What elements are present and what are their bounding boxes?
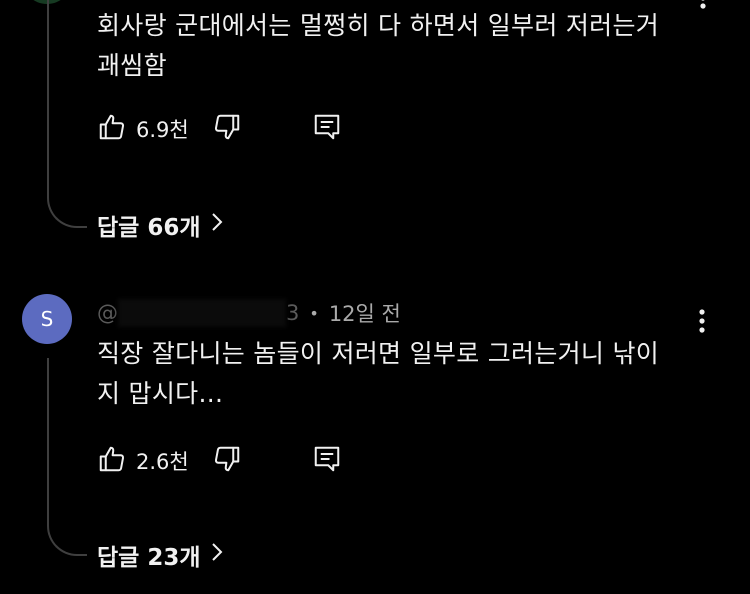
reply-thread-line	[47, 358, 87, 556]
redacted-username	[118, 299, 286, 327]
thumbs-down-icon[interactable]	[212, 444, 242, 474]
chevron-right-icon	[211, 212, 223, 238]
comment-icon[interactable]	[312, 444, 342, 474]
comment-icon[interactable]	[312, 112, 342, 142]
chevron-right-icon	[211, 542, 223, 568]
more-options-icon[interactable]	[697, 309, 707, 333]
like-count: 2.6천	[136, 450, 189, 474]
reply-thread-line	[47, 0, 87, 228]
thumbs-up-icon[interactable]	[97, 112, 127, 142]
author-handle-prefix[interactable]: @	[97, 301, 118, 325]
author-handle-suffix[interactable]: 3	[286, 301, 299, 325]
time-ago[interactable]: 12일 전	[329, 298, 401, 328]
comment-text: 회사랑 군대에서는 멀쩡히 다 하면서 일부러 저러는거 괘씸함	[97, 11, 660, 80]
view-replies-label: 답글 23개	[97, 545, 201, 571]
view-replies-button[interactable]: 답글 23개	[97, 538, 223, 572]
meta-separator: •	[309, 303, 319, 323]
avatar-letter: S	[40, 307, 54, 331]
view-replies-label: 답글 66개	[97, 215, 201, 241]
comment-meta: @ 3 • 12일 전	[97, 299, 401, 327]
comment-text: 직장 잘다니는 놈들이 저러면 일부로 그러는거니 낚이 지 맙시다...	[97, 339, 660, 408]
avatar[interactable]: S	[22, 294, 72, 344]
thumbs-down-icon[interactable]	[212, 112, 242, 142]
thumbs-up-icon[interactable]	[97, 444, 127, 474]
like-count: 6.9천	[136, 118, 189, 142]
view-replies-button[interactable]: 답글 66개	[97, 208, 223, 242]
